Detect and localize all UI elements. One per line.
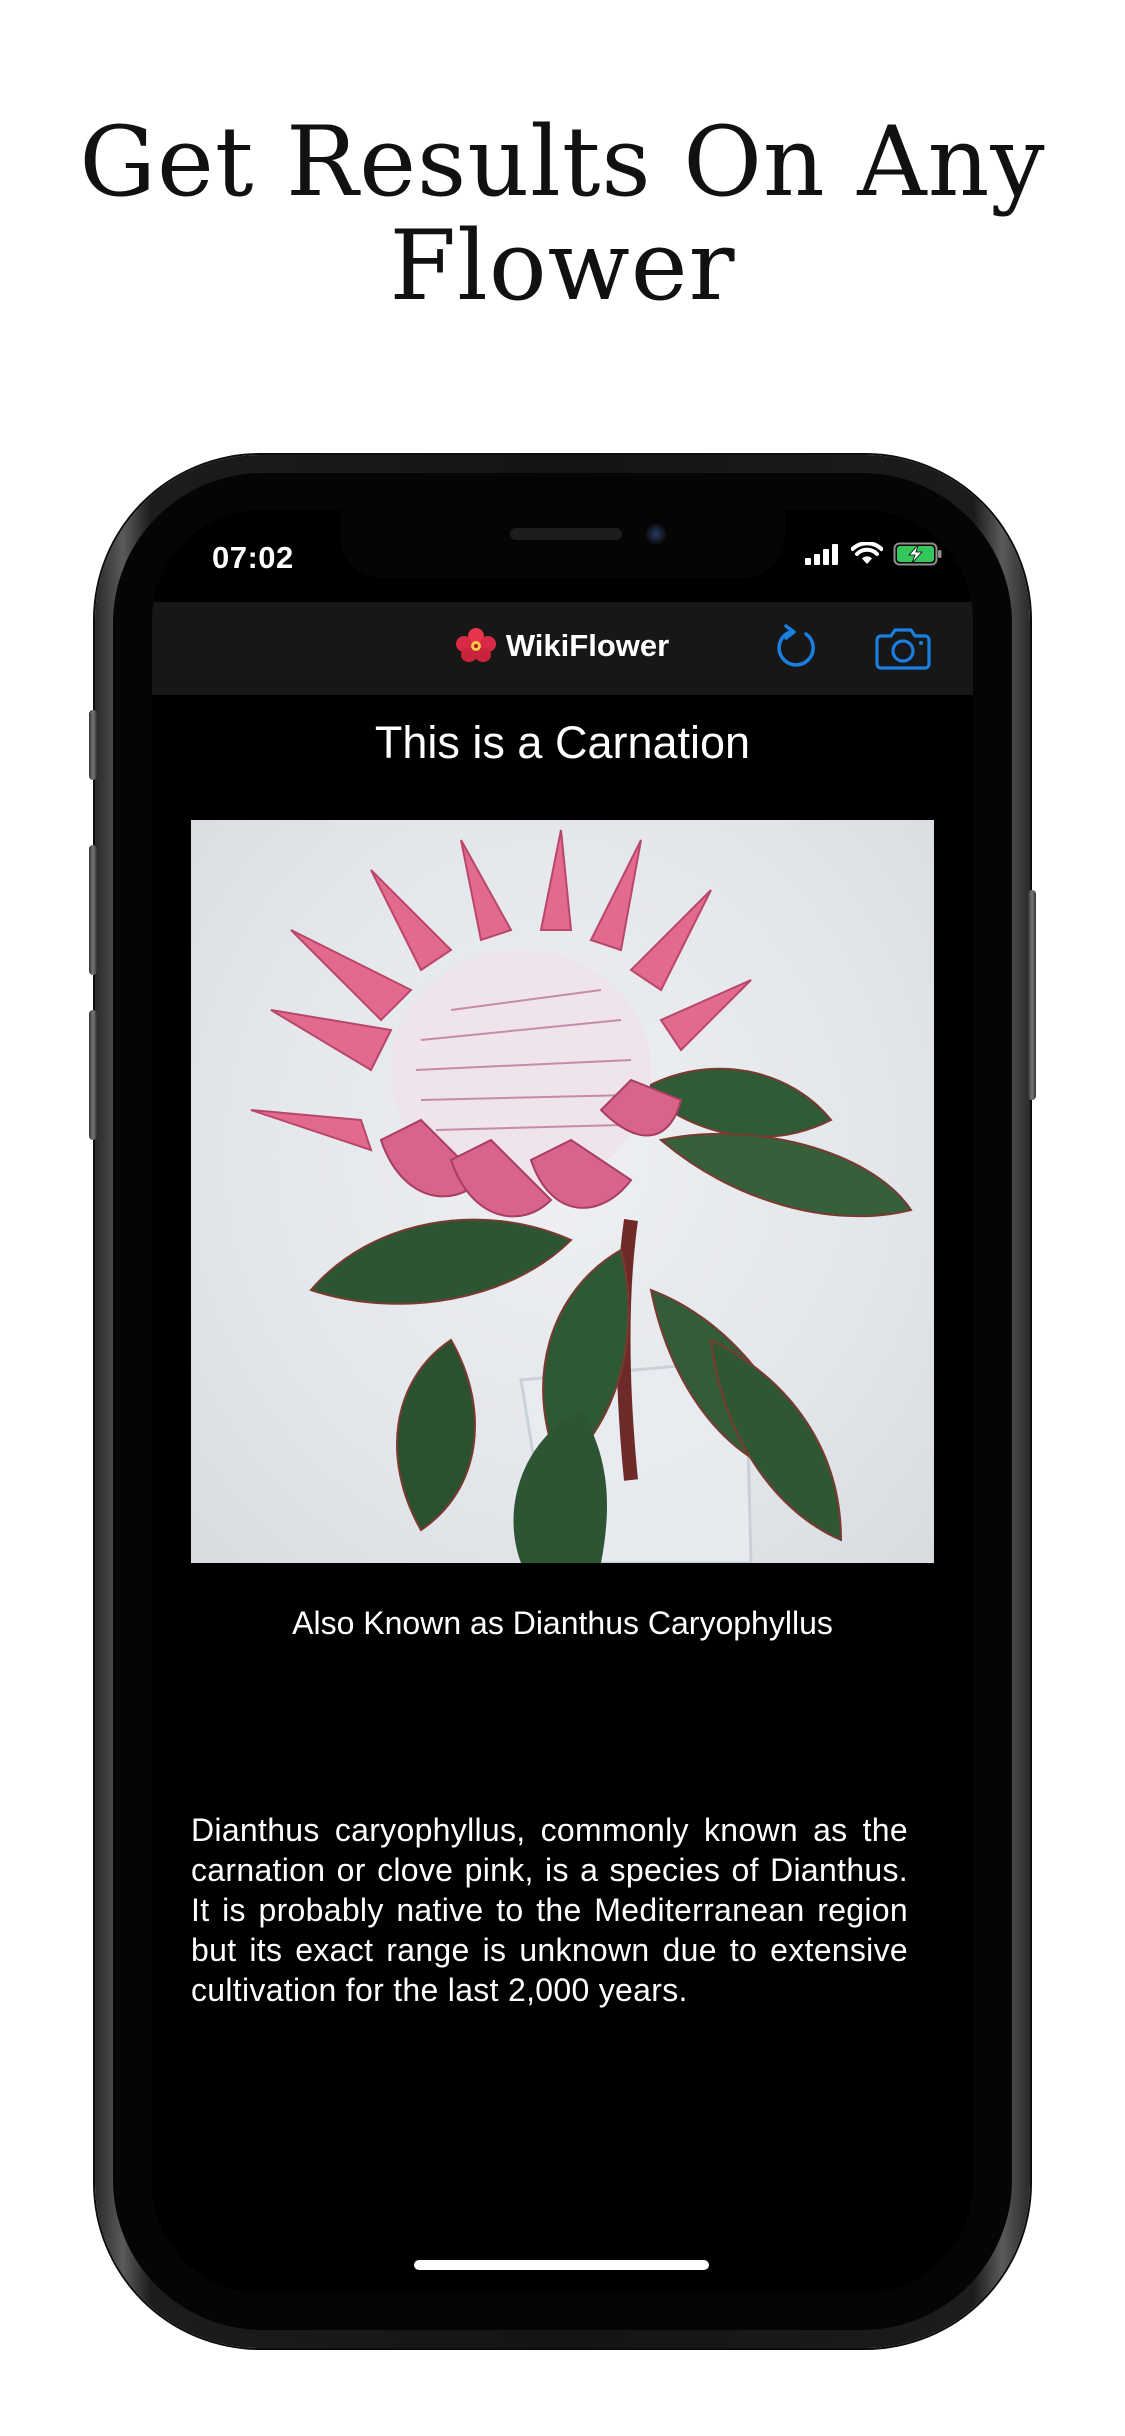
headline-line-1: Get Results On Any — [79, 106, 1046, 218]
phone-screen: 07:02 WikiFlower This is a Carnation Als… — [152, 510, 973, 2293]
cellular-signal-icon — [805, 544, 838, 565]
flower-photo — [191, 820, 934, 1563]
volume-down-button — [89, 1010, 97, 1140]
hibiscus-icon — [455, 628, 496, 662]
home-indicator[interactable] — [414, 2260, 709, 2270]
flower-description: Dianthus caryophyllus, commonly known as… — [191, 1812, 908, 2008]
status-icons — [805, 542, 943, 566]
refresh-icon[interactable] — [772, 622, 822, 672]
status-time: 07:02 — [212, 540, 294, 575]
navigation-bar: WikiFlower — [152, 602, 973, 695]
result-title: This is a Carnation — [374, 717, 751, 768]
power-button — [1028, 890, 1036, 1100]
battery-charging-icon — [893, 542, 942, 566]
nav-title: WikiFlower — [152, 628, 973, 664]
marketing-headline: Get Results On Any Flower — [60, 110, 1065, 318]
notch — [340, 510, 785, 578]
also-known-as: Also Known as Dianthus Caryophyllus — [292, 1605, 833, 1641]
front-camera — [646, 524, 666, 544]
app-title: WikiFlower — [505, 628, 670, 663]
camera-icon[interactable] — [875, 624, 931, 672]
volume-up-button — [89, 845, 97, 975]
wifi-icon — [851, 542, 883, 564]
mute-switch — [89, 710, 97, 780]
earpiece-speaker — [510, 528, 622, 540]
headline-line-2: Flower — [389, 210, 736, 322]
protea-illustration — [250, 829, 913, 1563]
